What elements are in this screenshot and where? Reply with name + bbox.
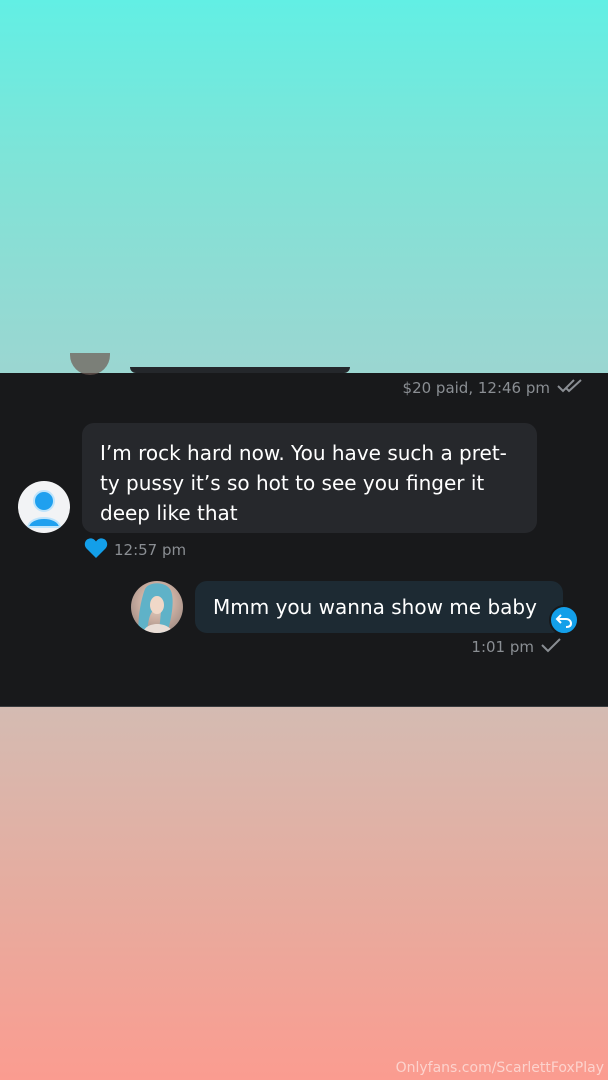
- undo-icon: [555, 614, 573, 628]
- incoming-message-bubble[interactable]: I’m rock hard now. You have such a pret-…: [82, 423, 537, 533]
- message-meta-paid: $20 paid, 12:46 pm: [403, 378, 584, 398]
- default-user-avatar-icon: [26, 490, 62, 528]
- message-time: 1:01 pm: [471, 638, 534, 656]
- message-line: deep like that: [100, 501, 238, 525]
- watermark: Onlyfans.com/ScarlettFoxPlay: [395, 1060, 604, 1076]
- top-gradient-background: [0, 0, 608, 373]
- profile-photo: [138, 583, 173, 633]
- message-meta-text: $20 paid, 12:46 pm: [402, 379, 550, 397]
- sender-avatar[interactable]: [18, 481, 70, 533]
- previous-message-bubble: [130, 367, 350, 373]
- undo-message-button[interactable]: [549, 605, 579, 635]
- double-check-icon: [556, 378, 584, 398]
- message-meta-outgoing: 1:01 pm: [471, 637, 562, 657]
- own-avatar[interactable]: [131, 581, 183, 633]
- chat-thread[interactable]: $20 paid, 12:46 pm I’m rock hard now. Yo…: [0, 353, 608, 708]
- message-line: ty pussy it’s so hot to see you finger i…: [100, 471, 485, 495]
- message-time: 12:57 pm: [114, 541, 187, 559]
- message-text: Mmm you wanna show me baby: [213, 595, 537, 619]
- message-meta-incoming: 12:57 pm: [84, 537, 186, 563]
- message-line: I’m rock hard now. You have such a pret-: [100, 441, 507, 465]
- heart-icon[interactable]: [84, 537, 108, 563]
- bottom-gradient-background: Onlyfans.com/ScarlettFoxPlay: [0, 707, 608, 1080]
- outgoing-message-bubble[interactable]: Mmm you wanna show me baby: [195, 581, 563, 633]
- check-icon: [540, 637, 562, 657]
